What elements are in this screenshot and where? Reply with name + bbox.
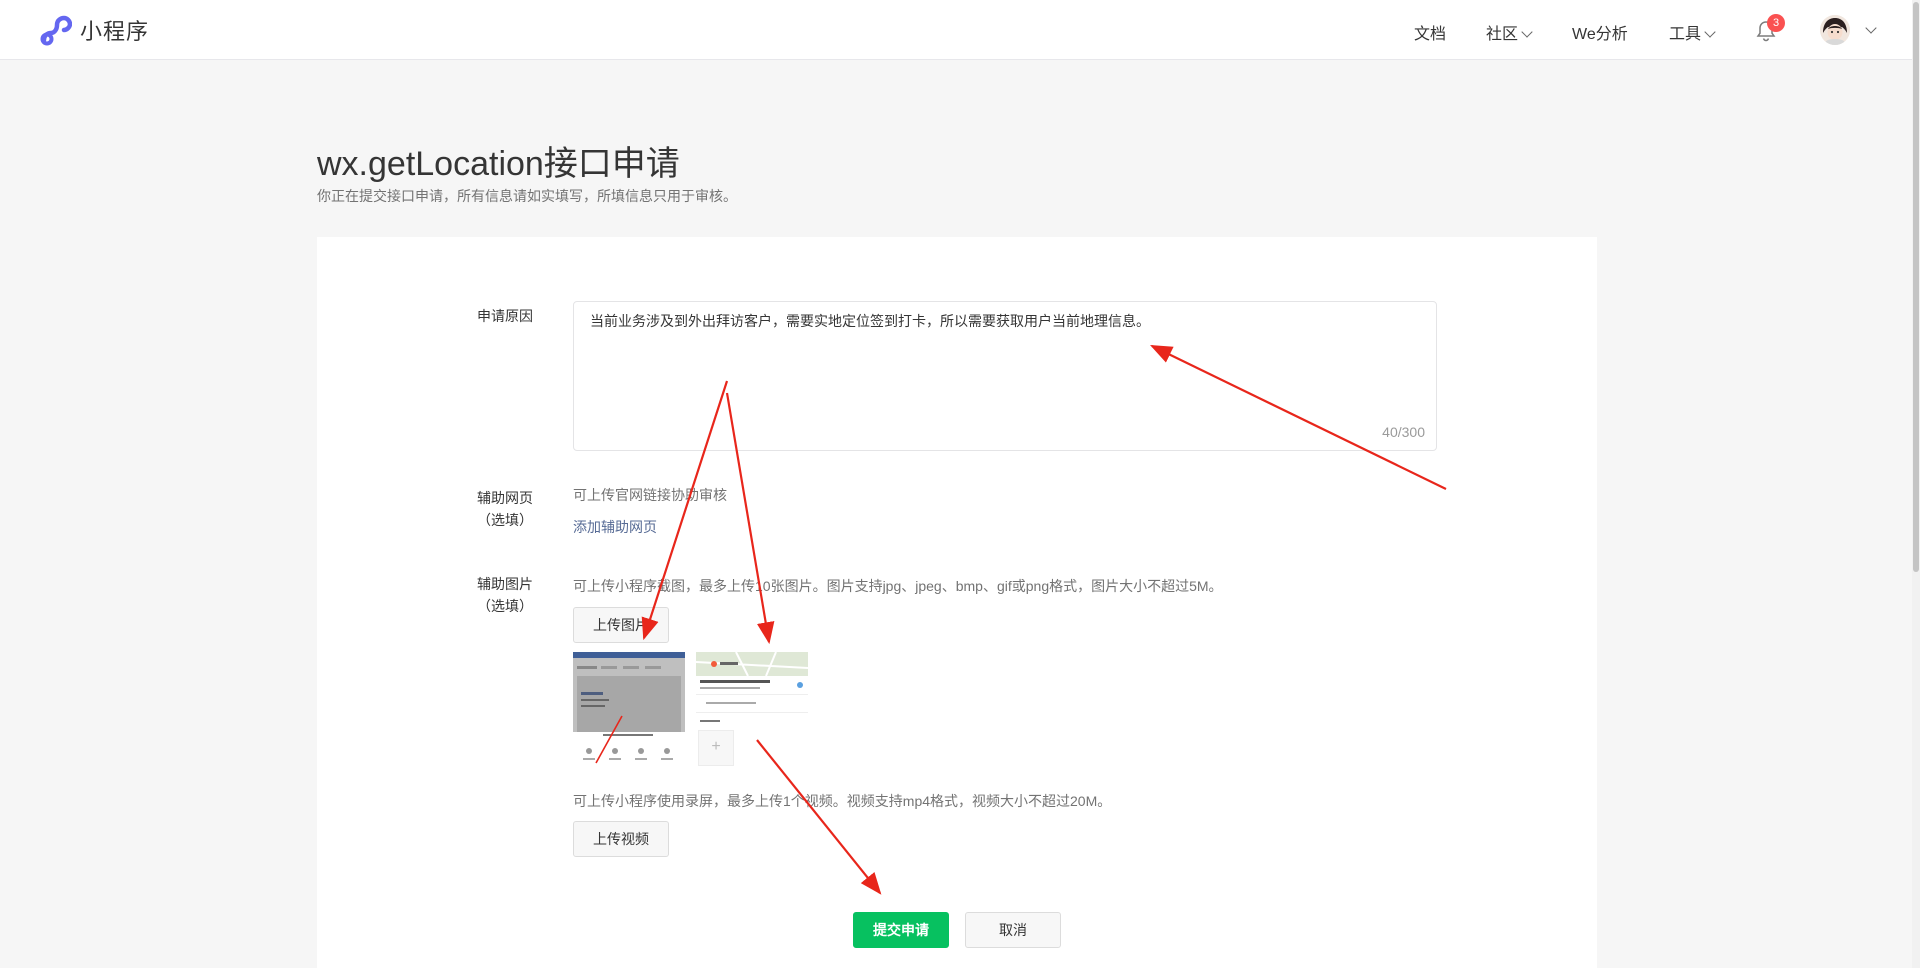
page-subtitle: 你正在提交接口申请，所有信息请如实填写，所填信息只用于审核。 <box>317 188 737 204</box>
images-label-line1: 辅助图片 <box>477 576 533 592</box>
nav-tools[interactable]: 工具 <box>1669 20 1716 44</box>
screenshot-preview-icon <box>573 652 685 764</box>
webpage-label-line1: 辅助网页 <box>477 490 533 506</box>
avatar-image-icon <box>1820 15 1850 45</box>
chevron-down-icon[interactable] <box>1865 22 1877 34</box>
webpage-label-line2: （选填） <box>477 512 533 528</box>
upload-image-button[interactable]: 上传图片 <box>573 607 669 643</box>
nav-community[interactable]: 社区 <box>1486 20 1533 44</box>
page-scrollbar-thumb[interactable] <box>1913 2 1919 572</box>
miniprogram-logo-icon <box>40 15 72 46</box>
webpage-label: 辅助网页 （选填） <box>477 487 533 531</box>
reason-char-counter: 40/300 <box>1382 424 1425 440</box>
notification-badge: 3 <box>1767 14 1785 32</box>
images-label-line2: （选填） <box>477 598 533 614</box>
video-tip: 可上传小程序使用录屏，最多上传1个视频。视频支持mp4格式，视频大小不超过20M… <box>573 793 1112 809</box>
reason-textarea[interactable]: 当前业务涉及到外出拜访客户，需要实地定位签到打卡，所以需要获取用户当前地理信息。… <box>573 301 1437 451</box>
top-nav-bar: 小程序 文档 社区 We分析 工具 3 <box>0 0 1912 60</box>
reason-text: 当前业务涉及到外出拜访客户，需要实地定位签到打卡，所以需要获取用户当前地理信息。 <box>590 313 1150 329</box>
image-thumbnail-1[interactable] <box>573 652 685 764</box>
nav-community-label: 社区 <box>1486 26 1519 43</box>
chevron-down-icon <box>1521 26 1533 38</box>
logo-text: 小程序 <box>80 19 150 44</box>
upload-video-button[interactable]: 上传视频 <box>573 821 669 857</box>
submit-button[interactable]: 提交申请 <box>853 912 949 948</box>
add-image-tile[interactable]: + <box>698 730 734 766</box>
images-tip: 可上传小程序截图，最多上传10张图片。图片支持jpg、jpeg、bmp、gif或… <box>573 578 1223 594</box>
nav-tools-label: 工具 <box>1669 26 1702 43</box>
logo[interactable]: 小程序 <box>38 14 149 46</box>
nav-we-analysis[interactable]: We分析 <box>1572 20 1628 44</box>
cancel-button[interactable]: 取消 <box>965 912 1061 948</box>
chevron-down-icon <box>1704 26 1716 38</box>
page-title: wx.getLocation接口申请 <box>317 145 680 183</box>
add-webpage-link[interactable]: 添加辅助网页 <box>573 517 657 537</box>
avatar[interactable] <box>1820 15 1850 45</box>
webpage-tip: 可上传官网链接协助审核 <box>573 487 727 503</box>
reason-label: 申请原因 <box>477 308 533 324</box>
images-label: 辅助图片 （选填） <box>477 573 533 617</box>
nav-docs[interactable]: 文档 <box>1414 20 1446 44</box>
